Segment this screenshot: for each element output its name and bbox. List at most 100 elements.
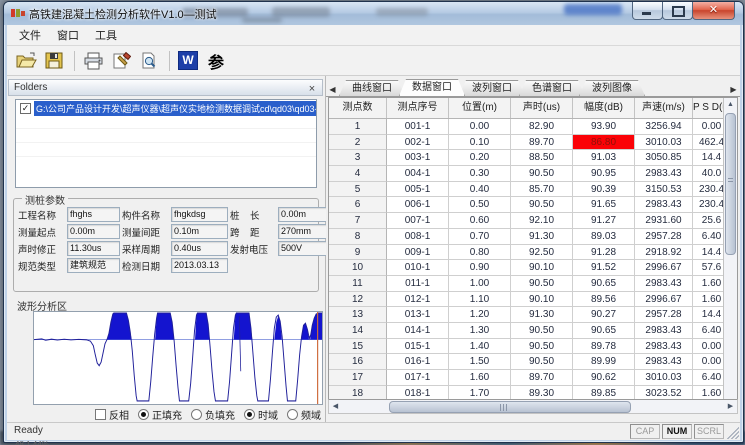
row-index-cell[interactable]: 12: [329, 292, 387, 308]
table-row[interactable]: 16016-11.5090.5089.992983.430.00: [329, 354, 737, 370]
table-cell[interactable]: 93.90: [573, 119, 635, 135]
table-cell[interactable]: 92.50: [511, 245, 573, 261]
row-index-cell[interactable]: 2: [329, 135, 387, 151]
tab-波列图像[interactable]: 波列图像: [579, 80, 645, 96]
table-row[interactable]: 5005-10.4085.7090.393150.53230.4: [329, 182, 737, 198]
vertical-scroll-thumb[interactable]: [725, 113, 736, 255]
scroll-right-icon[interactable]: ▶: [724, 400, 737, 413]
table-cell[interactable]: 0.10: [449, 135, 511, 151]
table-cell[interactable]: 82.90: [511, 119, 573, 135]
panel-close-icon[interactable]: ×: [306, 81, 318, 97]
table-cell[interactable]: 3256.94: [635, 119, 693, 135]
table-row[interactable]: 15015-11.4090.5089.782983.430.00: [329, 339, 737, 355]
row-index-cell[interactable]: 7: [329, 213, 387, 229]
horizontal-scroll-thumb[interactable]: [389, 401, 631, 413]
table-cell[interactable]: 91.52: [573, 260, 635, 276]
table-cell[interactable]: 1.30: [449, 323, 511, 339]
table-row[interactable]: 11011-11.0090.5090.652983.431.60: [329, 276, 737, 292]
table-cell[interactable]: 90.65: [573, 323, 635, 339]
table-cell[interactable]: 91.65: [573, 197, 635, 213]
table-cell[interactable]: 3150.53: [635, 182, 693, 198]
column-header[interactable]: 测点序号: [387, 98, 449, 118]
row-index-cell[interactable]: 9: [329, 245, 387, 261]
table-cell[interactable]: 2957.28: [635, 307, 693, 323]
close-button[interactable]: ✕: [692, 2, 735, 20]
minimize-button[interactable]: [632, 2, 663, 20]
column-header[interactable]: 声速(m/s): [635, 98, 693, 118]
table-cell[interactable]: 90.50: [511, 197, 573, 213]
tab-数据窗口[interactable]: 数据窗口: [399, 79, 465, 96]
window-titlebar[interactable]: 高铁建混凝土检测分析软件V1.0—测试 ✕: [4, 2, 743, 25]
row-index-cell[interactable]: 5: [329, 182, 387, 198]
table-cell[interactable]: 88.50: [511, 150, 573, 166]
table-cell[interactable]: 3010.03: [635, 135, 693, 151]
table-cell[interactable]: 89.70: [511, 135, 573, 151]
table-cell[interactable]: 90.27: [573, 307, 635, 323]
column-header[interactable]: 位置(m): [449, 98, 511, 118]
row-index-cell[interactable]: 6: [329, 197, 387, 213]
table-cell[interactable]: 90.39: [573, 182, 635, 198]
table-cell[interactable]: 017-1: [387, 370, 449, 386]
maximize-button[interactable]: [662, 2, 693, 20]
table-cell[interactable]: 91.30: [511, 229, 573, 245]
row-index-cell[interactable]: 15: [329, 339, 387, 355]
row-index-cell[interactable]: 10: [329, 260, 387, 276]
table-cell[interactable]: 2996.67: [635, 292, 693, 308]
table-cell[interactable]: 92.10: [511, 213, 573, 229]
data-process-button[interactable]: [108, 49, 134, 73]
table-cell[interactable]: 2983.43: [635, 354, 693, 370]
table-cell[interactable]: 91.27: [573, 213, 635, 229]
table-cell[interactable]: 89.78: [573, 339, 635, 355]
table-cell[interactable]: 002-1: [387, 135, 449, 151]
table-cell[interactable]: 90.50: [511, 354, 573, 370]
table-cell[interactable]: 90.50: [511, 276, 573, 292]
table-cell[interactable]: 2983.43: [635, 323, 693, 339]
column-header[interactable]: 声时(us): [511, 98, 573, 118]
table-row[interactable]: 14014-11.3090.5090.652983.436.40: [329, 323, 737, 339]
table-cell[interactable]: 2983.43: [635, 339, 693, 355]
table-cell[interactable]: 91.03: [573, 150, 635, 166]
table-row[interactable]: 1001-10.0082.9093.903256.940.00: [329, 119, 737, 135]
table-cell[interactable]: 014-1: [387, 323, 449, 339]
parameter-button[interactable]: 参: [203, 49, 229, 73]
table-cell[interactable]: 005-1: [387, 182, 449, 198]
table-cell[interactable]: 0.70: [449, 229, 511, 245]
table-cell[interactable]: 90.10: [511, 260, 573, 276]
table-cell[interactable]: 0.00: [449, 119, 511, 135]
table-cell[interactable]: 3050.85: [635, 150, 693, 166]
table-cell[interactable]: 90.65: [573, 276, 635, 292]
table-row[interactable]: 10010-10.9090.1091.522996.6757.6: [329, 260, 737, 276]
table-cell[interactable]: 011-1: [387, 276, 449, 292]
tab-scroll-right-icon[interactable]: ▶: [727, 83, 740, 96]
table-cell[interactable]: 0.80: [449, 245, 511, 261]
table-cell[interactable]: 1.50: [449, 354, 511, 370]
radio-option[interactable]: 时域: [244, 407, 278, 422]
row-index-cell[interactable]: 1: [329, 119, 387, 135]
save-button[interactable]: [41, 49, 67, 73]
table-cell[interactable]: 0.40: [449, 182, 511, 198]
menu-item[interactable]: 文件: [11, 25, 49, 45]
menu-item[interactable]: 工具: [87, 25, 125, 45]
table-cell[interactable]: 0.60: [449, 213, 511, 229]
table-cell[interactable]: 2983.43: [635, 197, 693, 213]
table-cell[interactable]: 1.40: [449, 339, 511, 355]
table-row[interactable]: 3003-10.2088.5091.033050.8514.4: [329, 150, 737, 166]
print-preview-button[interactable]: [136, 49, 162, 73]
table-cell[interactable]: 86.80: [573, 135, 635, 151]
table-cell[interactable]: 007-1: [387, 213, 449, 229]
row-index-cell[interactable]: 4: [329, 166, 387, 182]
table-cell[interactable]: 013-1: [387, 307, 449, 323]
table-cell[interactable]: 90.10: [511, 292, 573, 308]
table-cell[interactable]: 1.10: [449, 292, 511, 308]
table-cell[interactable]: 1.20: [449, 307, 511, 323]
table-row[interactable]: 8008-10.7091.3089.032957.286.40: [329, 229, 737, 245]
table-cell[interactable]: 2918.92: [635, 245, 693, 261]
open-file-button[interactable]: [13, 49, 39, 73]
table-cell[interactable]: 001-1: [387, 119, 449, 135]
table-row[interactable]: 2002-10.1089.7086.803010.03462.4: [329, 135, 737, 151]
radio-option[interactable]: 频域: [287, 407, 321, 422]
table-row[interactable]: 12012-11.1090.1089.562996.671.60: [329, 292, 737, 308]
table-cell[interactable]: 2983.43: [635, 276, 693, 292]
table-cell[interactable]: 89.70: [511, 370, 573, 386]
table-cell[interactable]: 90.95: [573, 166, 635, 182]
